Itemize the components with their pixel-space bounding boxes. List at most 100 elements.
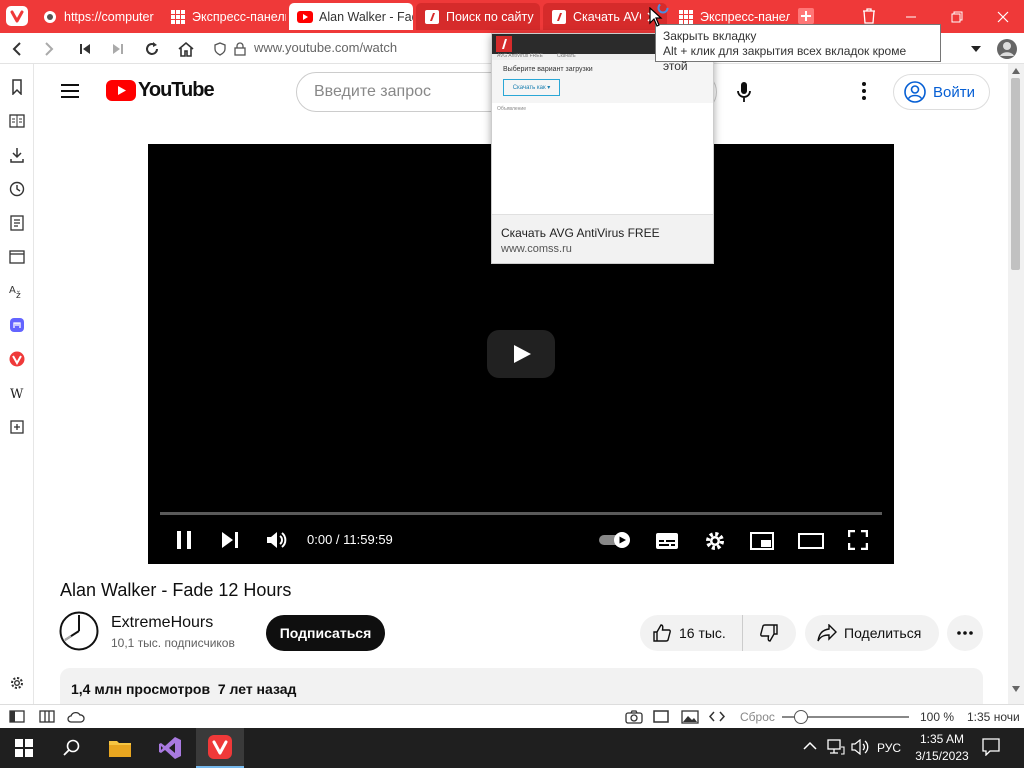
account-icon <box>904 81 926 103</box>
history-icon[interactable] <box>7 179 27 199</box>
scroll-up-icon[interactable] <box>1012 68 1020 74</box>
subscriber-count: 10,1 тыс. подписчиков <box>111 636 235 650</box>
share-icon <box>817 624 837 642</box>
subscribe-button[interactable]: Подписаться <box>266 615 385 651</box>
theater-mode-icon[interactable] <box>798 533 824 549</box>
zoom-level: 100 % <box>920 710 955 724</box>
search-placeholder: Введите запрос <box>314 83 431 100</box>
trash-icon[interactable] <box>862 8 876 24</box>
next-icon[interactable] <box>221 531 239 549</box>
network-icon[interactable] <box>827 739 845 755</box>
cloud-sync-icon[interactable] <box>67 710 85 723</box>
fullscreen-icon[interactable] <box>848 530 868 550</box>
signin-label: Войти <box>933 83 975 101</box>
notes-icon[interactable] <box>7 213 27 233</box>
tab-label: Экспресс-панель <box>192 9 286 24</box>
back-icon[interactable] <box>5 37 29 61</box>
lock-icon[interactable] <box>228 37 252 61</box>
rewind-icon[interactable] <box>73 37 97 61</box>
language-indicator[interactable]: РУС <box>877 741 901 755</box>
translate-icon[interactable]: Až <box>7 281 27 301</box>
vivaldi-taskbar-icon[interactable] <box>196 728 244 768</box>
side-panel: Až W <box>0 64 34 704</box>
reading-list-icon[interactable] <box>7 111 27 131</box>
downloads-icon[interactable] <box>7 145 27 165</box>
pause-icon[interactable] <box>175 530 193 550</box>
subtitles-icon[interactable] <box>655 532 679 550</box>
mastodon-icon[interactable] <box>7 315 27 335</box>
taskbar-time[interactable]: 1:35 AM <box>917 732 967 746</box>
tab-label: Поиск по сайту <box>446 9 534 24</box>
search-icon[interactable] <box>48 728 96 768</box>
tile-tabs-icon[interactable] <box>39 710 55 723</box>
tab-2[interactable]: Экспресс-панель <box>162 3 286 30</box>
page-actions-icon[interactable] <box>709 710 725 723</box>
miniplayer-icon[interactable] <box>750 532 774 550</box>
panel-toggle-icon[interactable] <box>9 710 25 723</box>
comss-icon <box>424 9 440 25</box>
channel-name[interactable]: ExtremeHours <box>111 614 213 632</box>
autoplay-toggle[interactable] <box>598 531 632 549</box>
dropdown-arrow-icon[interactable] <box>964 37 988 61</box>
new-tab-plus-icon[interactable] <box>797 7 817 25</box>
address-input[interactable]: www.youtube.com/watch <box>254 40 397 55</box>
image-toggle-icon[interactable] <box>681 710 699 724</box>
thumbs-up-icon <box>653 624 671 642</box>
zoom-reset-button[interactable]: Сброс <box>740 710 775 724</box>
capture-icon[interactable] <box>625 710 643 724</box>
settings-gear-icon[interactable] <box>7 673 27 693</box>
tray-expand-icon[interactable] <box>803 741 817 751</box>
scroll-down-icon[interactable] <box>1012 686 1020 692</box>
wikipedia-icon[interactable]: W <box>7 383 27 403</box>
taskbar-date[interactable]: 3/15/2023 <box>910 749 974 763</box>
tab-tiling-icon[interactable] <box>653 710 669 723</box>
tab-4[interactable]: Поиск по сайту <box>416 3 540 30</box>
microphone-icon[interactable] <box>736 81 752 103</box>
tab-1[interactable]: https://computer <box>34 3 158 30</box>
youtube-icon <box>297 9 313 25</box>
description-box[interactable]: 1,4 млн просмотров 7 лет назад <box>60 668 983 704</box>
zoom-slider-knob[interactable] <box>794 710 809 724</box>
vivaldi-icon[interactable] <box>7 349 27 369</box>
volume-icon[interactable] <box>266 530 288 550</box>
signin-button[interactable]: Войти <box>893 74 990 110</box>
comss-icon <box>551 9 567 25</box>
scroll-thumb[interactable] <box>1011 78 1020 270</box>
window-panel-icon[interactable] <box>7 247 27 267</box>
svg-text:W: W <box>10 387 24 400</box>
reload-icon[interactable] <box>140 37 164 61</box>
hamburger-menu-icon[interactable] <box>60 83 80 99</box>
home-icon[interactable] <box>174 37 198 61</box>
add-panel-icon[interactable] <box>7 417 27 437</box>
share-button[interactable]: Поделиться <box>805 615 939 651</box>
speaker-icon[interactable] <box>851 739 869 755</box>
profile-icon[interactable] <box>995 37 1019 61</box>
forward-icon[interactable] <box>37 37 61 61</box>
visual-studio-icon[interactable] <box>146 728 194 768</box>
tooltip-line-1: Закрыть вкладку <box>663 29 757 43</box>
close-window-button[interactable] <box>980 0 1024 33</box>
play-button[interactable] <box>487 330 555 378</box>
loading-spinner-icon <box>657 2 669 14</box>
tab-3-active[interactable]: Alan Walker - Fad <box>289 3 413 30</box>
video-title: Alan Walker - Fade 12 Hours <box>60 580 292 600</box>
channel-avatar[interactable] <box>59 611 99 651</box>
settings-icon[interactable] <box>704 530 726 552</box>
tab-label: Экспресс-панель <box>700 9 790 24</box>
page-scrollbar[interactable] <box>1008 64 1024 704</box>
progress-bar[interactable] <box>160 512 882 515</box>
fast-forward-icon[interactable] <box>106 37 130 61</box>
more-actions-button[interactable] <box>947 615 983 651</box>
bookmark-icon[interactable] <box>7 77 27 97</box>
windows-start-icon[interactable] <box>0 728 48 768</box>
preview-page-button: Скачать как ▾ <box>503 79 560 96</box>
like-button[interactable]: 16 тыс. <box>640 615 743 651</box>
dislike-button[interactable] <box>743 615 795 651</box>
file-explorer-icon[interactable] <box>96 728 144 768</box>
zoom-slider[interactable] <box>782 710 909 724</box>
youtube-logo[interactable]: YouTube <box>106 79 215 102</box>
notifications-icon[interactable] <box>982 738 1000 756</box>
more-vertical-icon[interactable] <box>862 82 866 100</box>
vivaldi-menu-icon[interactable] <box>6 6 28 26</box>
tooltip-line-2: Alt + клик для закрытия всех вкладок кро… <box>663 44 907 73</box>
